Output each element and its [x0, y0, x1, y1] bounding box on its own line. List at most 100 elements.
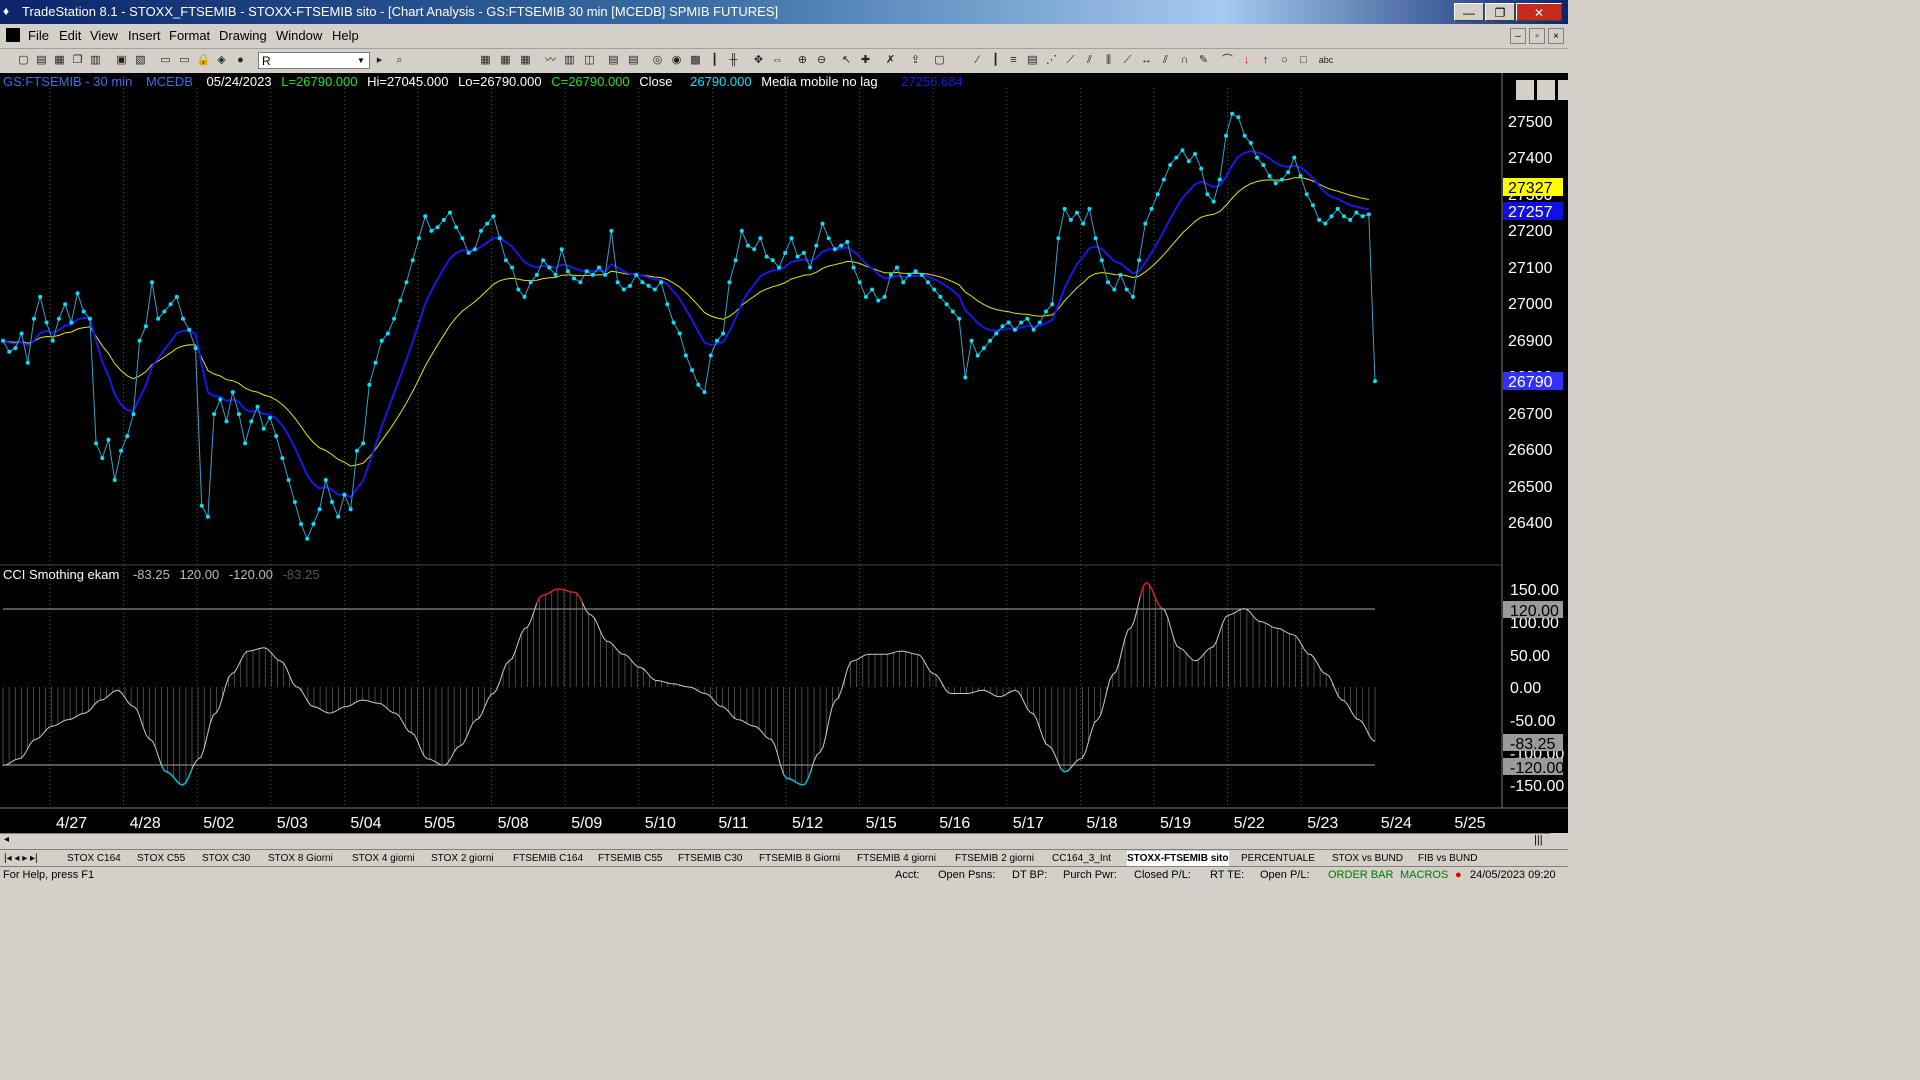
zoom-out-icon[interactable]: ⊖: [814, 53, 829, 68]
tools-icon[interactable]: ✗: [883, 53, 898, 68]
menu-window[interactable]: Window: [276, 28, 322, 43]
chart-icon[interactable]: ◈: [214, 53, 229, 68]
search-icon[interactable]: ⌕: [392, 53, 407, 68]
tab-percentuale[interactable]: PERCENTUALE: [1241, 851, 1315, 866]
curve-icon[interactable]: ⌒: [1220, 53, 1235, 68]
print-icon[interactable]: ▣: [114, 53, 129, 68]
scroll-thumb[interactable]: |||: [1534, 834, 1543, 846]
restore-button[interactable]: ❐: [1485, 3, 1515, 21]
trendline-icon[interactable]: ⁄: [970, 53, 985, 68]
tab-ftsemib-c30[interactable]: FTSEMIB C30: [678, 851, 742, 866]
grid-icon[interactable]: ▦: [478, 53, 493, 68]
disabled-icon[interactable]: ▢: [932, 53, 947, 68]
channel-icon[interactable]: ▤: [1025, 53, 1040, 68]
menu-format[interactable]: Format: [169, 28, 210, 43]
minimize-button[interactable]: —: [1454, 3, 1484, 21]
subwindow-minimize-button[interactable]: [1516, 80, 1534, 100]
zoom-in-icon[interactable]: ⊕: [795, 53, 810, 68]
copy-icon[interactable]: ❐: [70, 53, 85, 68]
move-icon[interactable]: ✥: [751, 53, 766, 68]
vlines-icon[interactable]: ┃: [988, 53, 1003, 68]
parallel-icon[interactable]: ⫽: [1158, 53, 1173, 68]
grid2-icon[interactable]: ▦: [498, 53, 513, 68]
tab-stoxx-ftsemib-sito[interactable]: STOXX-FTSEMIB sito: [1127, 851, 1229, 866]
tab-nav-icon[interactable]: |◂ ◂ ▸ ▸|: [4, 851, 38, 866]
window-icon[interactable]: ▭: [158, 53, 173, 68]
symbol-input[interactable]: R: [258, 52, 370, 69]
window2-icon[interactable]: ▭: [177, 53, 192, 68]
crosshair-icon[interactable]: ✚: [858, 53, 873, 68]
tab-ftsemib-c164[interactable]: FTSEMIB C164: [513, 851, 583, 866]
fan-icon[interactable]: ⋰: [1044, 53, 1059, 68]
mdi-close-button[interactable]: ×: [1548, 28, 1564, 44]
symbol-dropdown-icon[interactable]: ▼: [357, 56, 365, 65]
chart-window[interactable]: GS:FTSEMIB - 30 min MCEDB 05/24/2023 L=2…: [0, 73, 1568, 833]
hlines-icon[interactable]: ≡: [1006, 53, 1021, 68]
chart-line-icon[interactable]: 〰: [543, 53, 558, 68]
new-icon[interactable]: ▢: [16, 53, 31, 68]
menu-insert[interactable]: Insert: [128, 28, 161, 43]
mdi-minimize-button[interactable]: –: [1510, 28, 1526, 44]
export-icon[interactable]: ⇪: [908, 53, 923, 68]
doc2-icon[interactable]: ▤: [626, 53, 641, 68]
folder-icon[interactable]: ▥: [88, 53, 103, 68]
subwindow-restore-button[interactable]: [1537, 80, 1555, 100]
tab-stox-8-giorni[interactable]: STOX 8 Giorni: [268, 851, 333, 866]
bars-icon[interactable]: ┃: [707, 53, 722, 68]
fib-icon[interactable]: ⫽: [1082, 53, 1097, 68]
tab-stox-2-giorni[interactable]: STOX 2 giorni: [431, 851, 494, 866]
subwindow-close-button[interactable]: [1558, 80, 1568, 100]
menu-view[interactable]: View: [90, 28, 118, 43]
arrows-icon[interactable]: ↔: [1139, 53, 1154, 68]
tab-stox-c55[interactable]: STOX C55: [137, 851, 185, 866]
doc-icon[interactable]: ▤: [606, 53, 621, 68]
open-icon[interactable]: ▤: [34, 53, 49, 68]
mdi-restore-button[interactable]: ▫: [1529, 28, 1545, 44]
pencil-icon[interactable]: ✎: [1196, 53, 1211, 68]
zoom-fit-icon[interactable]: ⇔: [770, 53, 785, 68]
depth-icon[interactable]: ╫: [726, 53, 741, 68]
menu-edit[interactable]: Edit: [59, 28, 81, 43]
tab-ftsemib-c55[interactable]: FTSEMIB C55: [598, 851, 662, 866]
scroll-left-icon[interactable]: ◂: [4, 834, 9, 845]
tab-stox-c30[interactable]: STOX C30: [202, 851, 250, 866]
status-macros[interactable]: MACROS: [1400, 867, 1448, 883]
scanner-icon[interactable]: ◎: [650, 53, 665, 68]
tab-stox-4-giorni[interactable]: STOX 4 giorni: [352, 851, 415, 866]
table-icon[interactable]: ▦: [518, 53, 533, 68]
tab-ftsemib-4-giorni[interactable]: FTSEMIB 4 giorni: [857, 851, 936, 866]
text-tool-icon[interactable]: abc: [1315, 53, 1337, 68]
gann-icon[interactable]: ⟋: [1063, 53, 1078, 68]
print-preview-icon[interactable]: ▧: [133, 53, 148, 68]
arrow-down-icon[interactable]: ↓: [1239, 53, 1254, 68]
tab-fib-vs-bund[interactable]: FIB vs BUND: [1418, 851, 1477, 866]
tab-ftsemib-2-giorni[interactable]: FTSEMIB 2 giorni: [955, 851, 1034, 866]
save-icon[interactable]: ▦: [52, 53, 67, 68]
mdi-doc-icon[interactable]: [6, 28, 20, 42]
ellipse-icon[interactable]: ○: [1277, 53, 1292, 68]
tab-ftsemib-8-giorni[interactable]: FTSEMIB 8 Giorni: [759, 851, 840, 866]
arc-icon[interactable]: ⟋: [1120, 53, 1135, 68]
pointer-icon[interactable]: ↖: [839, 53, 854, 68]
lock-icon[interactable]: 🔒: [196, 53, 211, 68]
tab-stox-c164[interactable]: STOX C164: [67, 851, 121, 866]
tab-cc164-3-int[interactable]: CC164_3_Int: [1052, 851, 1111, 866]
chart-window-icon[interactable]: ◫: [582, 53, 597, 68]
arch-icon[interactable]: ∩: [1177, 53, 1192, 68]
radar-icon[interactable]: ◉: [669, 53, 684, 68]
status-order-bar[interactable]: ORDER BAR: [1328, 867, 1393, 883]
globe-icon[interactable]: ●: [233, 53, 248, 68]
tab-stox-vs-bund[interactable]: STOX vs BUND: [1332, 851, 1403, 866]
play-icon[interactable]: ▸: [372, 53, 387, 68]
close-button[interactable]: ✕: [1516, 3, 1562, 21]
chart-canvas[interactable]: GS:FTSEMIB - 30 min MCEDB 05/24/2023 L=2…: [0, 73, 1568, 833]
arrow-up-icon[interactable]: ↑: [1258, 53, 1273, 68]
menu-file[interactable]: File: [28, 28, 49, 43]
speed-icon[interactable]: ⫼: [1101, 53, 1116, 68]
menu-help[interactable]: Help: [332, 28, 359, 43]
menu-drawing[interactable]: Drawing: [219, 28, 267, 43]
chart-bar-icon[interactable]: ▥: [562, 53, 577, 68]
matrix-icon[interactable]: ▩: [688, 53, 703, 68]
rectangle-icon[interactable]: □: [1296, 53, 1311, 68]
horizontal-scrollbar[interactable]: ◂ |||: [0, 833, 1550, 849]
